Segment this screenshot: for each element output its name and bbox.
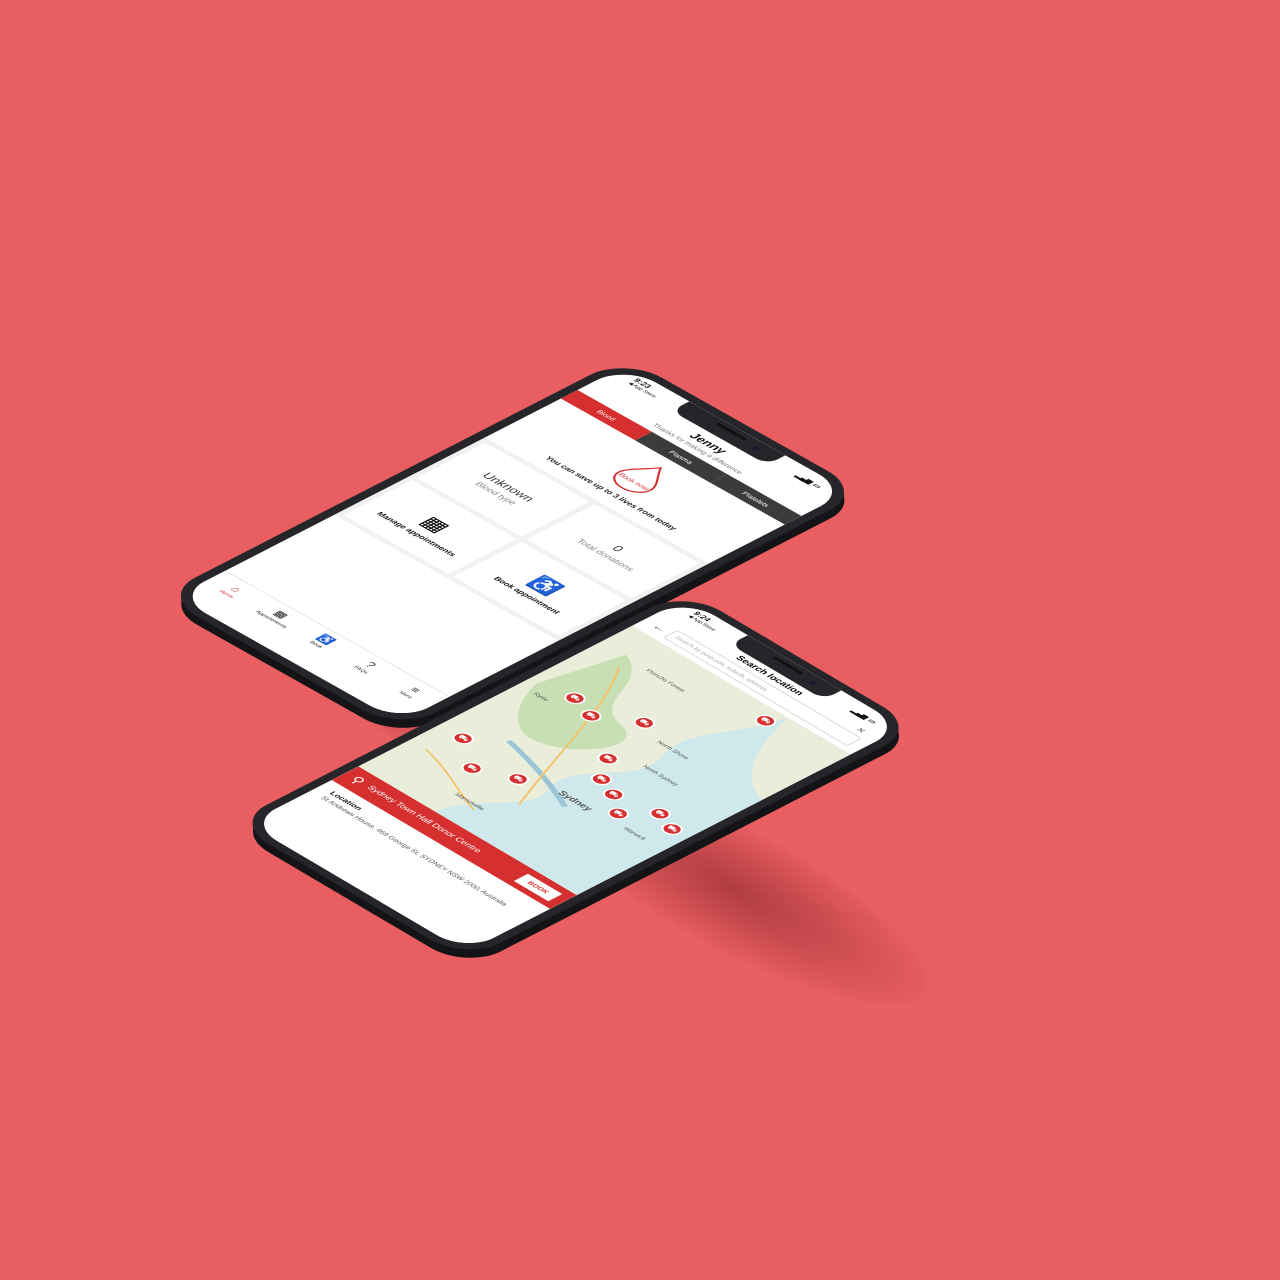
question-icon: ?	[362, 660, 380, 670]
location-pin-icon: ⚲	[346, 774, 368, 787]
camera-icon	[807, 680, 819, 686]
battery-icon: ▭	[866, 717, 879, 725]
tab-bar: ⌂ Home ▦ Appointments ♿ Book ? FAQs ≡ More	[175, 570, 450, 723]
donations-count: 0	[609, 543, 628, 554]
camera-icon	[750, 445, 762, 452]
donations-label: Total donations	[574, 537, 637, 573]
close-icon[interactable]: ×	[852, 725, 870, 735]
home-icon: ⌂	[227, 584, 246, 594]
menu-icon: ≡	[406, 685, 425, 695]
battery-icon: ▭	[810, 482, 824, 490]
